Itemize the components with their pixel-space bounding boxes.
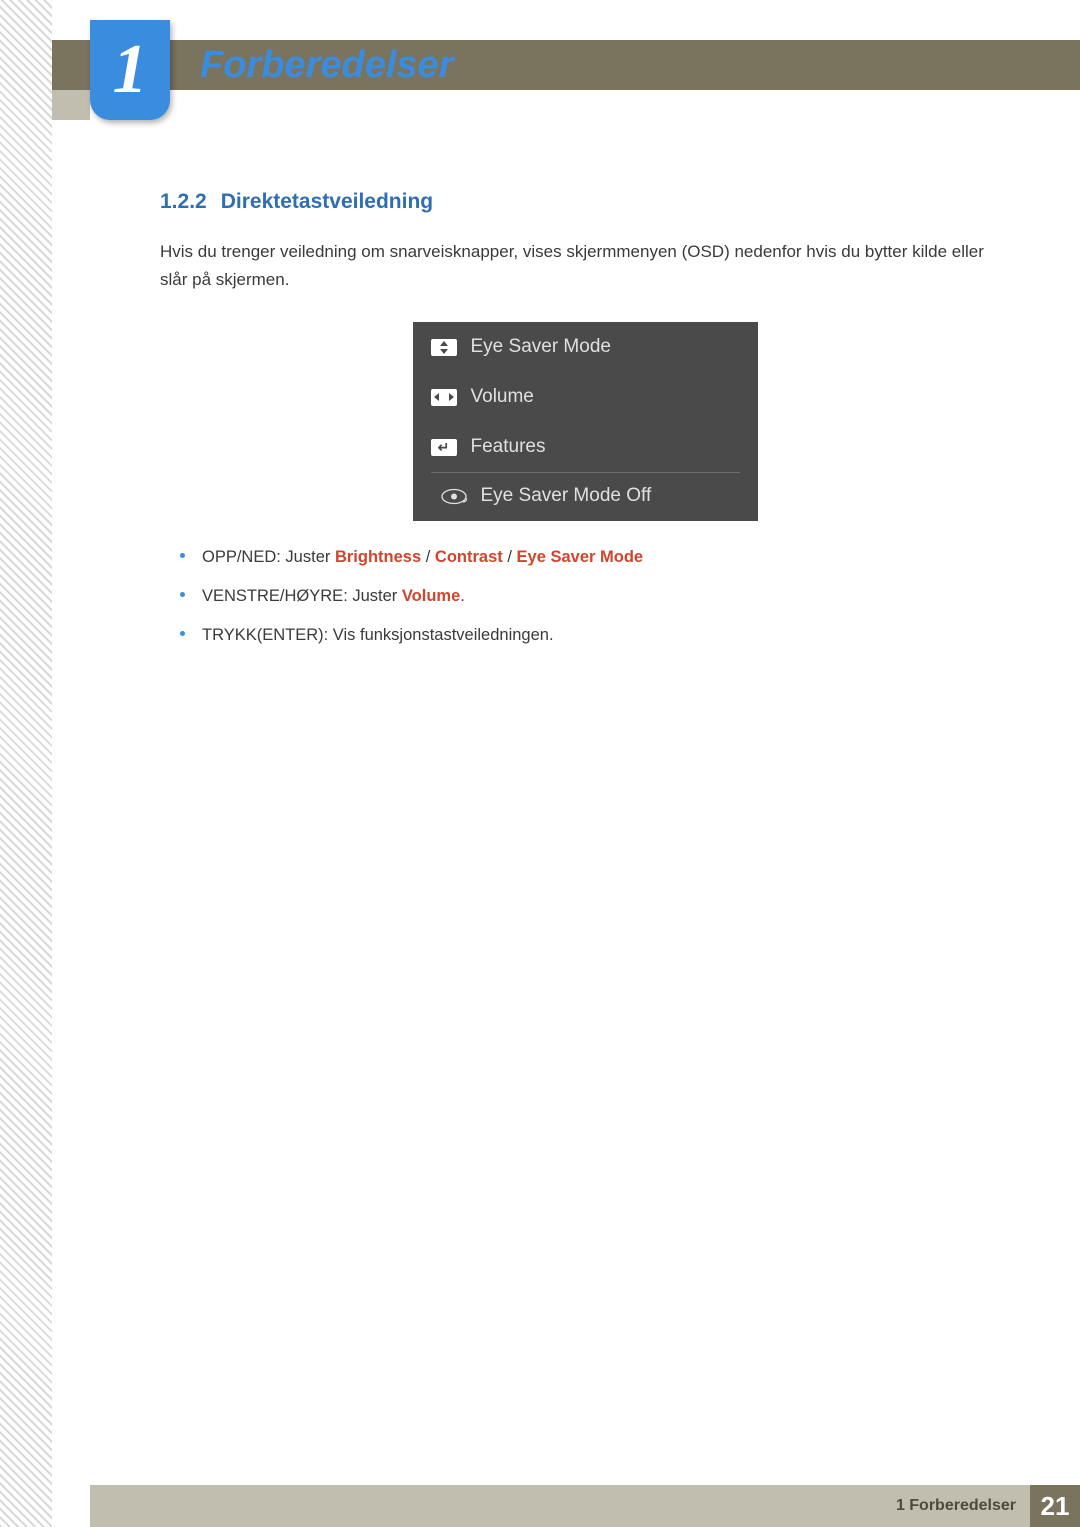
content-area: 1.2.2 Direktetastveiledning Hvis du treng… — [160, 190, 1010, 661]
footer-bar: 1 Forberedelser — [90, 1485, 1030, 1527]
page-number: 21 — [1030, 1485, 1080, 1527]
osd-item-label: Features — [471, 436, 546, 458]
osd-item-volume: Volume — [413, 372, 758, 422]
section-number: 1.2.2 — [160, 190, 207, 213]
chapter-title: Forberedelser — [200, 44, 453, 87]
text: OPP/NED: Juster — [202, 548, 335, 566]
osd-item-label: Volume — [471, 386, 534, 408]
footer-label: 1 Forberedelser — [896, 1497, 1016, 1515]
text: . — [460, 587, 465, 605]
osd-item-eye-saver: Eye Saver Mode — [413, 322, 758, 372]
left-decorative-strip — [0, 0, 52, 1527]
leftright-icon — [431, 389, 457, 406]
highlight: Volume — [402, 587, 460, 605]
list-item: OPP/NED: Juster Brightness / Contrast / … — [180, 545, 1010, 570]
header-inner-strip — [52, 90, 90, 120]
highlight: Eye Saver Mode — [517, 548, 644, 566]
osd-status-row: Eye Saver Mode Off — [413, 473, 758, 521]
text: / — [503, 548, 517, 566]
intro-paragraph: Hvis du trenger veiledning om snarveiskn… — [160, 238, 1010, 294]
osd-item-features: Features — [413, 422, 758, 472]
highlight: Brightness — [335, 548, 421, 566]
enter-icon — [431, 439, 457, 456]
text: VENSTRE/HØYRE: Juster — [202, 587, 402, 605]
text: TRYKK(ENTER): Vis funksjonstastveilednin… — [202, 626, 554, 644]
list-item: TRYKK(ENTER): Vis funksjonstastveilednin… — [180, 623, 1010, 648]
osd-menu: Eye Saver Mode Volume Features Eye Saver… — [413, 322, 758, 521]
chapter-badge: 1 — [90, 20, 170, 120]
list-item: VENSTRE/HØYRE: Juster Volume. — [180, 584, 1010, 609]
section-title: Direktetastveiledning — [221, 190, 433, 213]
osd-status-label: Eye Saver Mode Off — [481, 485, 652, 507]
section-heading: 1.2.2 Direktetastveiledning — [160, 190, 1010, 214]
updown-icon — [431, 339, 457, 356]
eye-icon — [441, 488, 467, 505]
osd-item-label: Eye Saver Mode — [471, 336, 611, 358]
text: / — [421, 548, 435, 566]
highlight: Contrast — [435, 548, 503, 566]
page-footer: 1 Forberedelser 21 — [90, 1485, 1080, 1527]
chapter-number: 1 — [113, 30, 148, 110]
bullet-list: OPP/NED: Juster Brightness / Contrast / … — [160, 545, 1010, 647]
